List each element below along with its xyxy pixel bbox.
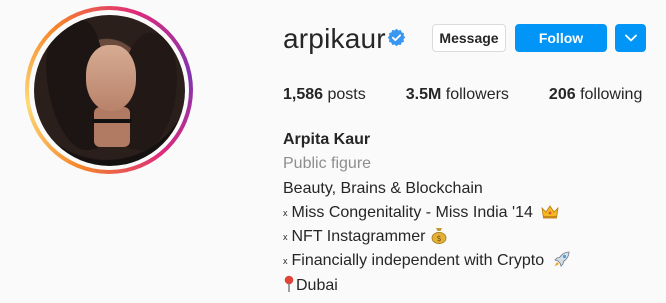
stat-value: 206 <box>548 86 576 103</box>
stat-followers[interactable]: 3.5M followers <box>406 86 509 104</box>
stat-value: 1,586 <box>283 86 324 103</box>
crown-icon <box>541 205 559 219</box>
profile-bio: Arpita Kaur Public figure Beauty, Brains… <box>283 128 571 298</box>
stat-value: 3.5M <box>405 86 442 103</box>
bio-line-text: Miss Congenitality - Miss India '14 <box>291 203 533 221</box>
follow-button[interactable]: Follow <box>515 24 607 52</box>
avatar-face <box>85 44 136 111</box>
stat-label: following <box>580 86 643 103</box>
money-bag-icon: $ <box>431 228 447 245</box>
bio-line: x Financially independent with Crypto <box>283 249 571 273</box>
bio-line: Beauty, Brains & Blockchain <box>283 177 571 201</box>
bullet-x-icon: x <box>283 256 288 267</box>
avatar-gap <box>29 10 189 170</box>
stat-posts: 1,586 posts <box>283 86 366 104</box>
avatar-choker <box>91 118 132 123</box>
bio-line: x Miss Congenitality - Miss India '14 <box>283 201 571 225</box>
bio-line-text: NFT Instagrammer <box>291 228 426 246</box>
bio-line-text: Financially independent with Crypto <box>291 252 545 270</box>
avatar[interactable] <box>33 14 185 166</box>
avatar-neck <box>93 106 130 147</box>
stat-label: posts <box>327 86 366 103</box>
suggestions-dropdown-button[interactable] <box>615 24 646 52</box>
svg-text:$: $ <box>436 234 441 243</box>
stat-label: followers <box>445 86 509 103</box>
stat-following[interactable]: 206 following <box>549 86 642 104</box>
message-button[interactable]: Message <box>432 24 506 52</box>
pin-icon <box>284 275 294 292</box>
bullet-x-icon: x <box>283 232 288 243</box>
bio-line-text: Beauty, Brains & Blockchain <box>283 179 483 197</box>
bullet-x-icon: x <box>283 207 288 218</box>
verified-badge-icon <box>387 28 406 47</box>
profile-avatar-ring[interactable] <box>25 6 193 174</box>
full-name: Arpita Kaur <box>283 131 371 148</box>
bio-line: Dubai <box>283 274 571 298</box>
profile-stats: 1,586 posts 3.5M followers 206 following <box>283 86 666 104</box>
chevron-down-icon <box>624 34 637 42</box>
category-label: Public figure <box>283 155 372 173</box>
bio-line: x NFT Instagrammer $ <box>283 225 571 249</box>
username: arpikaur <box>283 23 386 54</box>
bio-line-text: Dubai <box>296 276 338 294</box>
rocket-icon <box>553 252 569 268</box>
